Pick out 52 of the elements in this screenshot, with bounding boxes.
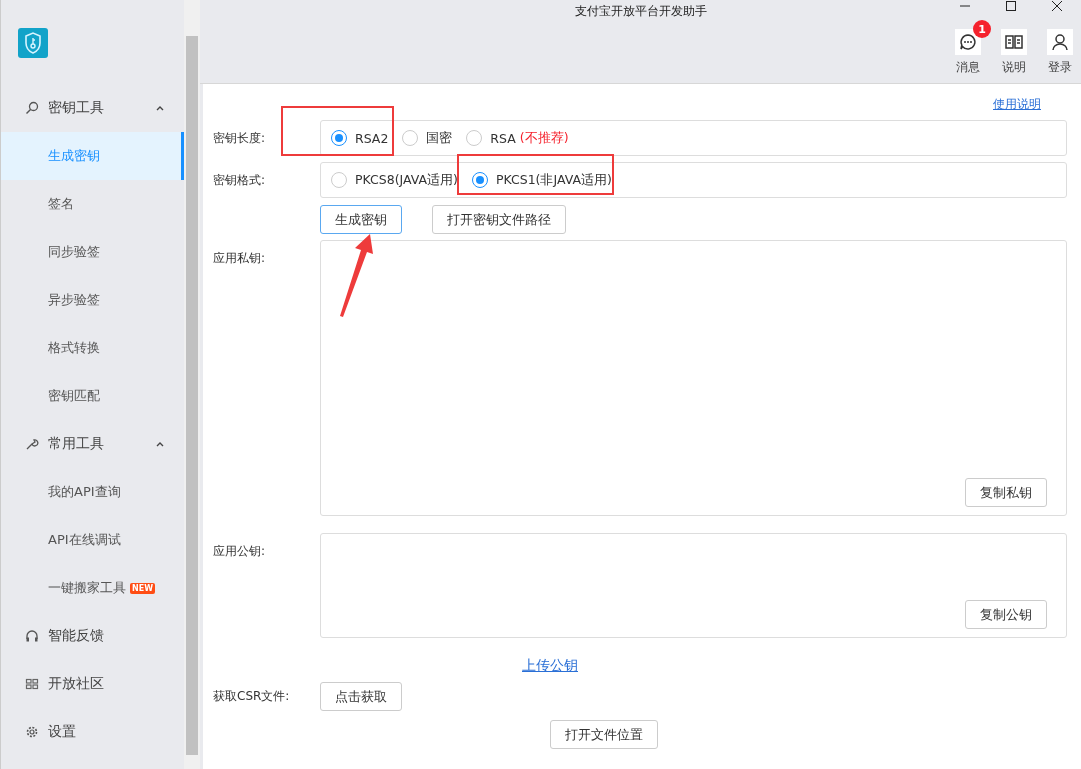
headphones-icon: [25, 629, 39, 643]
radio-option[interactable]: PKCS1(非JAVA适用): [471, 171, 612, 189]
toolbar-label: 消息: [956, 59, 980, 76]
sidebar-group[interactable]: 开放社区: [1, 660, 184, 708]
toolbar-label: 登录: [1048, 59, 1072, 76]
copy-button[interactable]: 复制私钥: [965, 478, 1047, 507]
shield-key-logo-icon: [18, 28, 48, 58]
sidebar-item[interactable]: 异步验签: [1, 276, 184, 324]
radio-option[interactable]: RSA2: [331, 130, 389, 146]
new-badge: NEW: [130, 582, 155, 594]
search-icon: [25, 101, 39, 115]
close-icon[interactable]: [1051, 0, 1063, 12]
sidebar-group[interactable]: 智能反馈: [1, 612, 184, 660]
sidebar-item[interactable]: 密钥匹配: [1, 372, 184, 420]
field-label: 应用私钥:: [213, 250, 267, 267]
action-button[interactable]: 打开密钥文件路径: [432, 205, 566, 234]
wrench-icon: [25, 437, 39, 451]
sidebar-item[interactable]: 一键搬家工具 NEW: [1, 564, 184, 612]
fetch-button[interactable]: 点击获取: [320, 682, 402, 711]
caret-icon: [156, 441, 164, 447]
sidebar-item[interactable]: API在线调试: [1, 516, 184, 564]
toolbar-label: 说明: [1002, 59, 1026, 76]
scrollbar[interactable]: [184, 0, 200, 769]
radio-option[interactable]: PKCS8(JAVA适用): [331, 171, 458, 189]
settings-icon: [25, 725, 39, 739]
book-icon[interactable]: [1004, 32, 1024, 52]
sidebar-group[interactable]: 设置: [1, 708, 184, 756]
sidebar-item[interactable]: 格式转换: [1, 324, 184, 372]
maximize-icon[interactable]: [1005, 0, 1017, 12]
action-button[interactable]: 生成密钥: [320, 205, 402, 234]
user-icon[interactable]: [1050, 32, 1070, 52]
radio-option[interactable]: RSA (不推荐): [466, 129, 569, 147]
chat-bubble-icon[interactable]: [958, 32, 978, 52]
window-title: 支付宝开放平台开发助手: [574, 2, 707, 20]
help-link[interactable]: 使用说明: [993, 96, 1041, 116]
field-label: 应用公钥:: [213, 543, 267, 560]
upload-link[interactable]: 上传公钥: [522, 657, 578, 675]
radio-option[interactable]: 国密: [402, 129, 453, 147]
copy-button[interactable]: 复制公钥: [965, 600, 1047, 629]
caret-icon: [156, 105, 164, 111]
field-label: 获取CSR文件:: [213, 688, 291, 705]
sidebar-group[interactable]: 常用工具: [1, 420, 184, 468]
field-label: 密钥格式:: [213, 171, 267, 189]
open-location-button[interactable]: 打开文件位置: [550, 720, 658, 749]
public-key-textarea[interactable]: 复制公钥: [320, 533, 1067, 638]
notification-badge: 1: [973, 20, 991, 38]
grid-icon: [25, 677, 39, 691]
sidebar-group[interactable]: 密钥工具: [1, 84, 184, 132]
sidebar-item[interactable]: 同步验签: [1, 228, 184, 276]
sidebar-item[interactable]: 我的API查询: [1, 468, 184, 516]
sidebar-item[interactable]: 签名: [1, 180, 184, 228]
field-label: 密钥长度:: [213, 129, 267, 147]
